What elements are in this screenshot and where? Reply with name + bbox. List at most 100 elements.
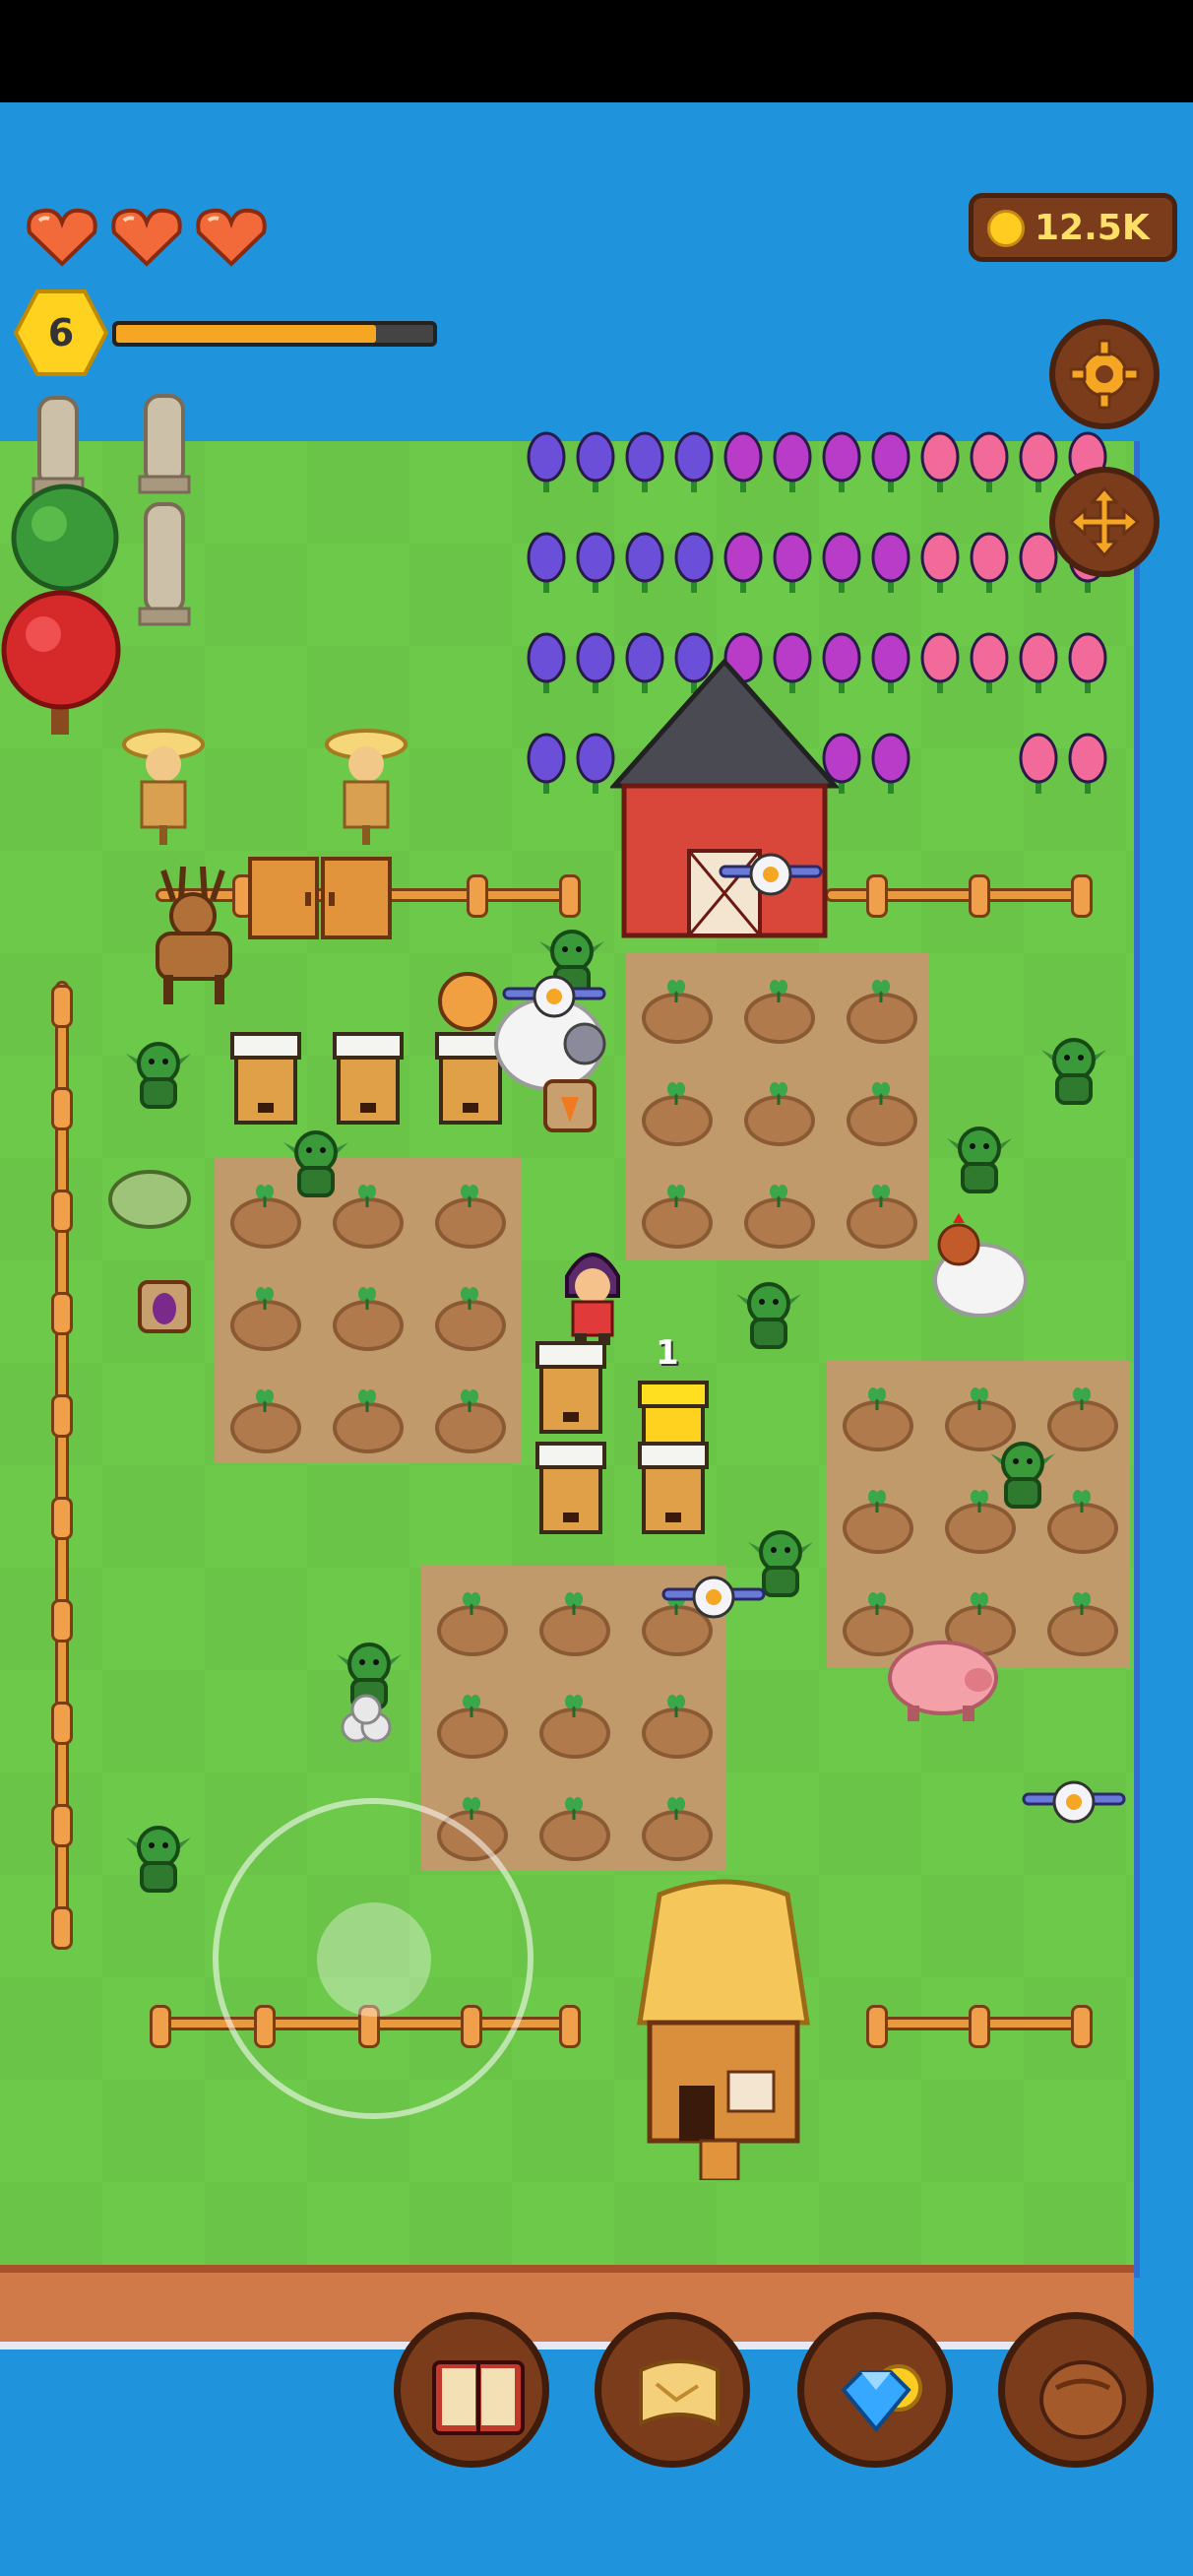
coin-counter[interactable]: 12.5K bbox=[969, 193, 1177, 262]
goblin-worker[interactable] bbox=[282, 1123, 350, 1201]
wooden-gate[interactable] bbox=[248, 857, 392, 939]
flower[interactable] bbox=[866, 532, 915, 595]
sprout-icon bbox=[1073, 1386, 1091, 1410]
gem-coin-icon bbox=[841, 2364, 922, 2433]
beehive[interactable] bbox=[534, 1339, 608, 1438]
flower[interactable] bbox=[522, 532, 571, 595]
honey-jar[interactable] bbox=[437, 971, 498, 1032]
flower[interactable] bbox=[1063, 733, 1112, 796]
flower[interactable] bbox=[817, 431, 866, 494]
carrot-seed-tag[interactable] bbox=[543, 1079, 596, 1132]
sprout-icon bbox=[463, 1694, 480, 1717]
sprout-icon bbox=[461, 1388, 478, 1412]
beehive[interactable] bbox=[331, 1030, 406, 1128]
flower[interactable] bbox=[620, 431, 669, 494]
sprout-icon bbox=[461, 1184, 478, 1207]
fence-post bbox=[51, 1394, 73, 1438]
scroll-map-icon bbox=[639, 2359, 720, 2427]
flower[interactable] bbox=[1063, 632, 1112, 695]
harvest-drone[interactable] bbox=[717, 851, 825, 898]
scarecrow bbox=[325, 719, 408, 847]
sprout-icon bbox=[770, 1081, 787, 1105]
coin-amount: 12.5K bbox=[1035, 208, 1150, 248]
fence-post bbox=[51, 1087, 73, 1130]
straw-hut[interactable] bbox=[630, 1875, 817, 2182]
sprout-icon bbox=[358, 1184, 376, 1207]
joystick-knob[interactable] bbox=[317, 1902, 431, 2017]
beehive[interactable] bbox=[534, 1440, 608, 1538]
red-tree bbox=[0, 581, 122, 739]
xp-progress-bar bbox=[112, 321, 437, 347]
flower[interactable] bbox=[719, 532, 768, 595]
sprout-icon bbox=[358, 1388, 376, 1412]
flower[interactable] bbox=[669, 431, 719, 494]
sprout-icon bbox=[868, 1489, 886, 1513]
fence-post bbox=[51, 1599, 73, 1642]
sprout-icon bbox=[667, 1796, 685, 1820]
flower[interactable] bbox=[866, 733, 915, 796]
book-button[interactable] bbox=[394, 2312, 549, 2468]
beehive[interactable] bbox=[636, 1440, 711, 1538]
eggplant-seed-tag[interactable] bbox=[138, 1280, 191, 1333]
flower[interactable] bbox=[522, 632, 571, 695]
flower[interactable] bbox=[522, 431, 571, 494]
heart-icon bbox=[108, 207, 185, 268]
goblin-worker[interactable] bbox=[124, 1034, 193, 1113]
flower[interactable] bbox=[768, 532, 817, 595]
flower[interactable] bbox=[620, 532, 669, 595]
quantity-badge: 1 bbox=[656, 1333, 679, 1373]
move-button[interactable] bbox=[1049, 467, 1160, 577]
fence-post bbox=[969, 874, 990, 918]
flower[interactable] bbox=[915, 632, 965, 695]
flower[interactable] bbox=[915, 532, 965, 595]
flower[interactable] bbox=[669, 532, 719, 595]
goblin-worker[interactable] bbox=[734, 1274, 803, 1353]
sprout-icon bbox=[872, 1184, 890, 1207]
flower[interactable] bbox=[1014, 431, 1063, 494]
flower[interactable] bbox=[1014, 733, 1063, 796]
fence-post bbox=[559, 874, 581, 918]
flower[interactable] bbox=[866, 632, 915, 695]
flower[interactable] bbox=[817, 532, 866, 595]
status-bar bbox=[0, 0, 1193, 102]
sprout-icon bbox=[1073, 1489, 1091, 1513]
level-number: 6 bbox=[47, 311, 75, 354]
inventory-button[interactable] bbox=[998, 2312, 1154, 2468]
deer[interactable] bbox=[144, 861, 242, 1008]
fence-post bbox=[51, 1292, 73, 1335]
flower[interactable] bbox=[915, 431, 965, 494]
goblin-worker[interactable] bbox=[988, 1434, 1057, 1513]
scarecrow bbox=[122, 719, 205, 847]
harvest-drone[interactable] bbox=[500, 973, 608, 1020]
flower[interactable] bbox=[965, 632, 1014, 695]
flower[interactable] bbox=[571, 532, 620, 595]
beehive[interactable] bbox=[228, 1030, 303, 1128]
goblin-worker[interactable] bbox=[124, 1818, 193, 1897]
flower[interactable] bbox=[522, 733, 571, 796]
flower[interactable] bbox=[768, 431, 817, 494]
coin-icon bbox=[987, 210, 1025, 247]
harvest-drone[interactable] bbox=[1020, 1778, 1128, 1826]
sprout-icon bbox=[868, 1591, 886, 1615]
goblin-worker[interactable] bbox=[945, 1119, 1014, 1197]
chicken[interactable] bbox=[929, 1211, 1032, 1320]
sprout-icon bbox=[868, 1386, 886, 1410]
red-barn[interactable] bbox=[608, 658, 841, 943]
pig[interactable] bbox=[884, 1629, 1002, 1723]
flower[interactable] bbox=[719, 431, 768, 494]
shop-button[interactable] bbox=[797, 2312, 953, 2468]
map-button[interactable] bbox=[595, 2312, 750, 2468]
flower[interactable] bbox=[866, 431, 915, 494]
player-character[interactable] bbox=[557, 1237, 628, 1347]
flower[interactable] bbox=[965, 532, 1014, 595]
fence-post bbox=[866, 874, 888, 918]
stone-frog-decoration bbox=[106, 1166, 193, 1231]
flower[interactable] bbox=[571, 431, 620, 494]
goblin-worker[interactable] bbox=[1039, 1030, 1108, 1109]
harvest-drone[interactable] bbox=[659, 1574, 768, 1621]
flower[interactable] bbox=[1014, 632, 1063, 695]
flower[interactable] bbox=[965, 431, 1014, 494]
settings-button[interactable] bbox=[1049, 319, 1160, 429]
fence-post bbox=[51, 1702, 73, 1745]
health-hearts bbox=[24, 207, 270, 268]
